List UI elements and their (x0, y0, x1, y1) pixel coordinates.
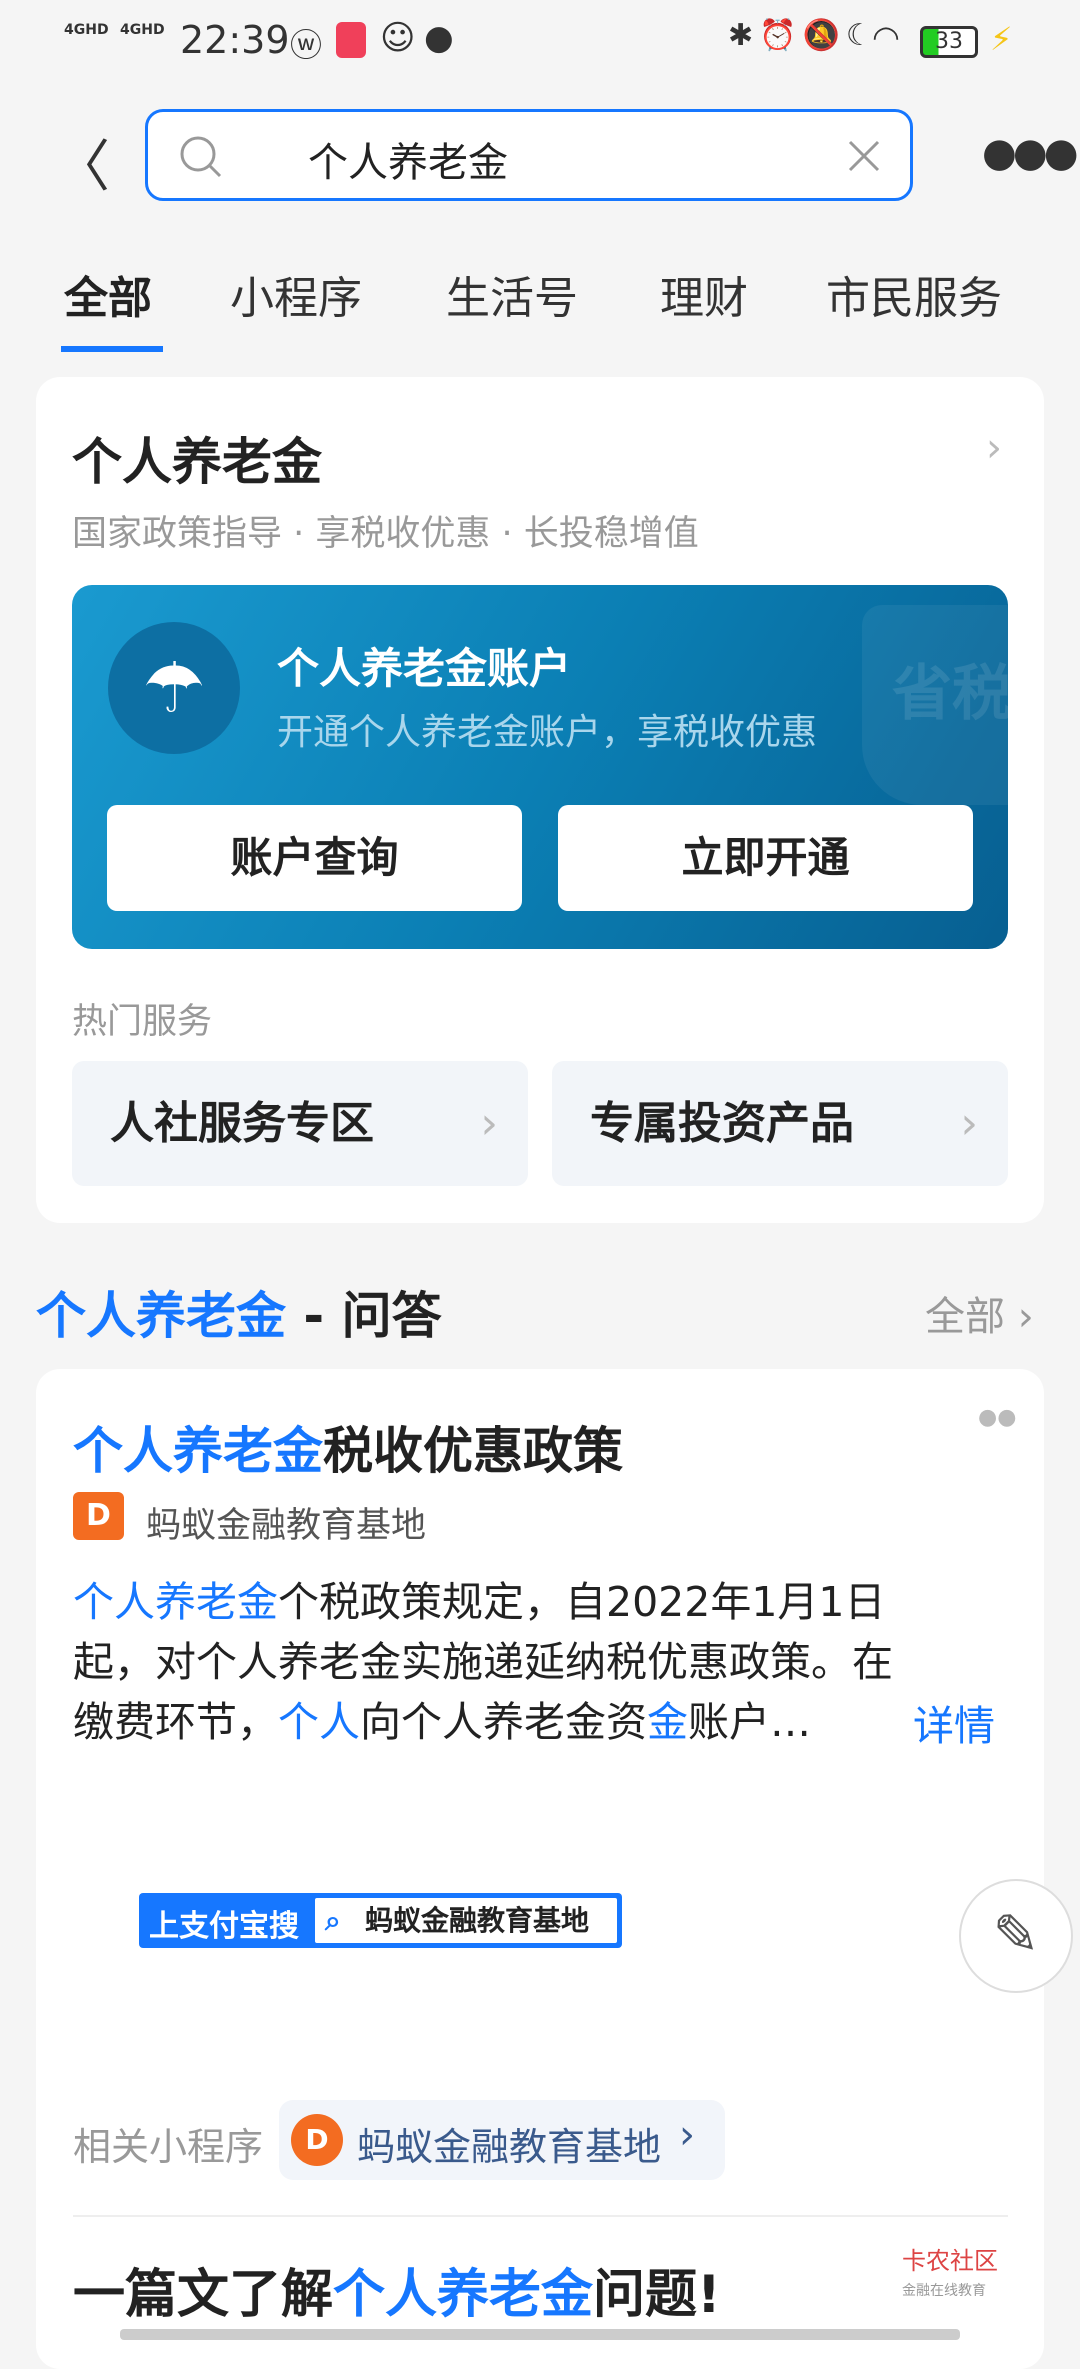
detail-link[interactable]: 详情 (913, 1692, 995, 1752)
miniprogram-logo-icon: D (291, 2114, 343, 2166)
related-miniprogram-label: 相关小程序 (73, 2125, 264, 2169)
chevron-right-icon: › (960, 1098, 978, 1149)
tab-citizen-service[interactable]: 市民服务 (826, 262, 1002, 326)
chevron-right-icon: › (480, 1098, 498, 1149)
shield-watermark: 省税 (862, 605, 1022, 805)
divider (73, 2215, 1008, 2217)
answer-text: 起，对个人养老金实施递延纳税优惠政策。在 (73, 1638, 893, 1686)
article-title[interactable]: 一篇文了解个人养老金问题! (73, 2252, 721, 2327)
search-promo-image: 上支付宝搜 ⌕ 蚂蚁金融教育基地 (139, 1893, 622, 1948)
status-bar: 4GHD 4GHD 22:39 ⓦ ☺ ● ✱⏰🔕☾ ◠ 33 ⚡ (0, 0, 1080, 84)
tab-all[interactable]: 全部 (64, 262, 152, 326)
answer-text: 缴费环节， (73, 1698, 278, 1746)
answer-line: 起，对个人养老金实施递延纳税优惠政策。在 (73, 1632, 1013, 1692)
qa-card: 个人养老金税收优惠政策 ●● D 蚂蚁金融教育基地 (36, 1369, 1044, 2369)
feedback-edit-icon[interactable]: ✎ (959, 1879, 1073, 1993)
banner-title: 个人养老金账户 (277, 644, 572, 693)
related-miniprogram-chip[interactable]: D 蚂蚁金融教育基地 › (279, 2100, 725, 2180)
app-icon (336, 22, 366, 58)
back-icon[interactable]: 〈 (54, 122, 110, 203)
battery-icon: 33 (920, 26, 978, 58)
qa-section-title: 个人养老金 - 问答 (36, 1287, 442, 1345)
search-input[interactable]: 个人养老金 (145, 109, 913, 201)
chevron-right-icon: › (679, 2112, 695, 2158)
weibo-icon: ⓦ (290, 26, 323, 64)
answer-text: 向个人养老金资 (360, 1698, 647, 1746)
qa-all-link[interactable]: 全部 › (925, 1284, 1034, 1342)
account-query-button[interactable]: 账户查询 (107, 805, 522, 911)
qa-title[interactable]: 个人养老金税收优惠政策 (73, 1411, 623, 1483)
open-now-button[interactable]: 立即开通 (558, 805, 973, 911)
qa-lines: 个人养老金个税政策规定，自2022年1月1日起，对个人养老金实施递延纳税优惠政策… (73, 1572, 1013, 1752)
charging-icon: ⚡ (990, 20, 1013, 58)
tab-indicator (61, 346, 163, 352)
umbrella-yuan-icon: ☂ (108, 622, 240, 754)
card-subtitle: 国家政策指导 · 享税收优惠 · 长投稳增值 (72, 514, 699, 554)
system-icons: ✱⏰🔕☾ (728, 18, 879, 53)
source-logo-icon: D (73, 1492, 124, 1540)
service-social-security[interactable]: 人社服务专区 › (72, 1061, 528, 1186)
source-name[interactable]: 蚂蚁金融教育基地 (146, 1497, 426, 1548)
wechat-icon: ● (424, 18, 454, 58)
loading-bar (120, 2329, 960, 2340)
highlight-text: 个人 (278, 1698, 360, 1746)
banner-subtitle: 开通个人养老金账户，享税收优惠 (277, 712, 818, 753)
hot-services-label: 热门服务 (72, 1002, 213, 1042)
clock: 22:39 (180, 18, 290, 62)
tab-lifeaccount[interactable]: 生活号 (446, 262, 578, 326)
answer-line: 缴费环节，个人向个人养老金资金账户… (73, 1692, 1013, 1752)
signal-icon: 4GHD (120, 22, 165, 38)
answer-text: 账户… (688, 1698, 811, 1746)
more-icon[interactable]: ●●● (982, 130, 1079, 176)
pension-account-banner[interactable]: 省税 ☂ 个人养老金账户 开通个人养老金账户，享税收优惠 账户查询 立即开通 (72, 585, 1022, 949)
qq-icon: ☺ (380, 18, 416, 58)
wifi-icon: ◠ (872, 18, 900, 56)
card-title[interactable]: 个人养老金 (72, 422, 322, 494)
answer-text: 个税政策规定，自2022年1月1日 (278, 1578, 886, 1626)
more-options-icon[interactable]: ●● (978, 1405, 1016, 1430)
highlight-text: 个人养老金 (73, 1578, 278, 1626)
clear-icon[interactable] (848, 140, 880, 172)
promo-search-box: ⌕ 蚂蚁金融教育基地 (315, 1898, 617, 1943)
search-query: 个人养老金 (308, 140, 508, 186)
service-investment-products[interactable]: 专属投资产品 › (552, 1061, 1008, 1186)
highlight-text: 金 (647, 1698, 688, 1746)
answer-line: 个人养老金个税政策规定，自2022年1月1日 (73, 1572, 1013, 1632)
watermark-logo: 卡农社区 金融在线教育 (902, 2247, 998, 2299)
signal-icon: 4GHD (64, 22, 109, 38)
search-icon (180, 136, 222, 178)
search-icon: ⌕ (325, 1904, 341, 1937)
service-label: 专属投资产品 (590, 1098, 854, 1149)
tab-finance[interactable]: 理财 (660, 262, 748, 326)
chevron-right-icon[interactable]: › (986, 425, 1002, 471)
qa-answer-text: 个人养老金个税政策规定，自2022年1月1日起，对个人养老金实施递延纳税优惠政策… (73, 1572, 1013, 1752)
tab-miniprogram[interactable]: 小程序 (230, 262, 362, 326)
service-label: 人社服务专区 (110, 1098, 374, 1149)
